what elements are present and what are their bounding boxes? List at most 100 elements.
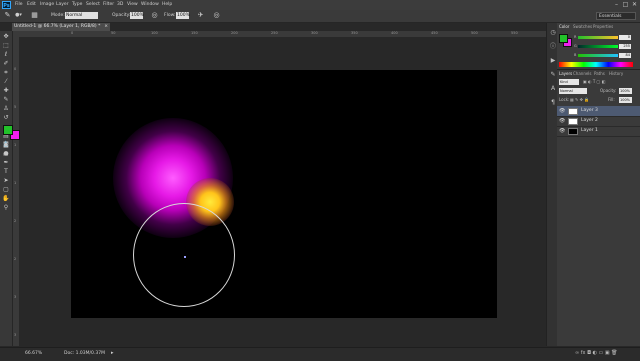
tab-layers[interactable]: Layers <box>559 71 572 77</box>
red-slider[interactable] <box>578 36 618 39</box>
green-value[interactable]: 255 <box>619 44 631 49</box>
menu-bar: Ps File Edit Image Layer Type Select Fil… <box>0 0 640 10</box>
ruler-tick: 350 <box>351 31 358 35</box>
ruler-tick: 200 <box>231 31 238 35</box>
menu-select[interactable]: Select <box>86 0 100 10</box>
ruler-tick: 5 <box>14 105 17 109</box>
ruler-tick: 250 <box>271 31 278 35</box>
blend-mode-select[interactable]: Normal <box>559 88 587 94</box>
character-panel-icon[interactable]: A <box>549 85 557 93</box>
layer-filter-kind-select[interactable]: Kind <box>559 79 579 85</box>
tab-properties[interactable]: Properties <box>593 24 613 30</box>
visibility-eye-icon[interactable]: 👁 <box>559 128 565 134</box>
actions-panel-icon[interactable]: ▶ <box>549 57 557 65</box>
marquee-tool-icon[interactable]: ⬚ <box>2 42 10 50</box>
spot-heal-tool-icon[interactable]: ✚ <box>2 87 10 95</box>
brush-panel-icon[interactable]: ▦ <box>30 11 39 20</box>
brush-cursor-center <box>184 256 186 258</box>
type-tool-icon[interactable]: T <box>2 168 10 176</box>
workspace-select[interactable]: Essentials <box>596 12 636 20</box>
ruler-tick: 500 <box>471 31 478 35</box>
clone-stamp-tool-icon[interactable]: ♙ <box>2 105 10 113</box>
layer-thumbnail <box>568 117 578 125</box>
document-tab[interactable]: Untitled-1 @ 66.7% (Layer 1, RGB/8) * × <box>12 23 110 31</box>
minimize-icon[interactable]: – <box>612 0 621 10</box>
layer-name: Layer 3 <box>581 108 598 113</box>
tab-color[interactable]: Color <box>559 24 569 30</box>
red-value[interactable]: 0 <box>619 35 631 40</box>
pressure-size-icon[interactable]: ◎ <box>212 11 221 20</box>
layer-opacity-input[interactable]: 100% <box>619 88 632 94</box>
blue-value[interactable]: 84 <box>619 53 631 58</box>
move-tool-icon[interactable]: ✥ <box>2 33 10 41</box>
paragraph-panel-icon[interactable]: ¶ <box>549 99 557 107</box>
lasso-tool-icon[interactable]: ℓ <box>2 51 10 59</box>
tab-swatches[interactable]: Swatches <box>573 24 592 30</box>
lock-icons[interactable]: ▦ ✎ ✥ 🔒 <box>570 97 589 102</box>
info-panel-icon[interactable]: ⓘ <box>549 43 557 51</box>
eyedropper-tool-icon[interactable]: ⁄ <box>2 78 10 86</box>
menu-help[interactable]: Help <box>162 0 172 10</box>
zoom-tool-icon[interactable]: ⚲ <box>2 204 10 212</box>
ruler-tick: 550 <box>511 31 518 35</box>
foreground-color-swatch[interactable] <box>3 125 13 135</box>
menu-filter[interactable]: Filter <box>103 0 114 10</box>
shape-tool-icon[interactable]: ▢ <box>2 186 10 194</box>
menu-3d[interactable]: 3D <box>117 0 123 10</box>
color-spectrum-bar[interactable] <box>559 62 633 67</box>
panel-foreground-swatch[interactable] <box>559 34 568 43</box>
hand-tool-icon[interactable]: ✋ <box>2 195 10 203</box>
menu-file[interactable]: File <box>15 0 23 10</box>
ruler-tick: 0 <box>71 31 74 35</box>
path-select-tool-icon[interactable]: ➤ <box>2 177 10 185</box>
pressure-opacity-icon[interactable]: ◎ <box>150 11 159 20</box>
layer-actions-icons[interactable]: ∞ fx ◘ ◐ ▭ ▣ 🗑 <box>575 350 618 356</box>
brush-tool-icon[interactable]: ✎ <box>3 11 12 20</box>
opacity-input[interactable]: 100% <box>130 12 144 19</box>
ruler-tick: 150 <box>191 31 198 35</box>
brush-presets-icon[interactable]: ✎ <box>549 71 557 79</box>
screen-mode-icon[interactable]: ▭ <box>3 151 9 158</box>
visibility-eye-icon[interactable]: 👁 <box>559 118 565 124</box>
green-label: G <box>574 44 577 48</box>
tab-paths[interactable]: Paths <box>594 71 605 77</box>
menu-layer[interactable]: Layer <box>56 0 69 10</box>
opacity-label: Opacity: <box>112 13 131 18</box>
lock-label: Lock: <box>559 97 570 102</box>
ruler-tick: 1 <box>14 181 17 185</box>
quick-select-tool-icon[interactable]: ✐ <box>2 60 10 68</box>
maximize-icon[interactable]: □ <box>621 0 630 10</box>
fill-label: Fill: <box>608 97 615 102</box>
brush-tool-icon[interactable]: ✎ <box>2 96 10 104</box>
layer-fill-input[interactable]: 100% <box>619 97 632 103</box>
visibility-eye-icon[interactable]: 👁 <box>559 108 565 114</box>
tab-channels[interactable]: Channels <box>573 71 592 77</box>
blue-slider[interactable] <box>578 54 618 57</box>
mode-select[interactable]: Normal <box>65 12 98 19</box>
close-tab-icon[interactable]: × <box>104 23 108 31</box>
quick-mask-icon[interactable]: ◙ <box>3 141 9 148</box>
brush-preset-picker[interactable]: ●▾ <box>14 11 23 20</box>
ruler-tick: 1 <box>14 143 17 147</box>
close-window-icon[interactable]: ✕ <box>630 0 639 10</box>
menu-window[interactable]: Window <box>141 0 159 10</box>
airbrush-icon[interactable]: ✈ <box>196 11 205 20</box>
menu-type[interactable]: Type <box>72 0 82 10</box>
status-menu-arrow-icon[interactable]: ▸ <box>111 350 114 356</box>
crop-tool-icon[interactable]: ⌗ <box>2 69 10 77</box>
zoom-level[interactable]: 66.67% <box>25 351 42 356</box>
ruler-tick: 0 <box>14 67 17 71</box>
layer-filter-icons[interactable]: ▣ ◐ T ▢ ◧ <box>583 79 605 84</box>
status-bar: 66.67% Doc: 1.03M/0.37M ▸ <box>0 347 640 361</box>
menu-edit[interactable]: Edit <box>27 0 36 10</box>
history-panel-icon[interactable]: ◷ <box>549 29 557 37</box>
document-canvas[interactable] <box>71 70 497 318</box>
menu-image[interactable]: Image <box>40 0 54 10</box>
history-brush-tool-icon[interactable]: ↺ <box>2 114 10 122</box>
green-slider[interactable] <box>578 45 618 48</box>
layer-row[interactable]: 👁 Layer 1 <box>557 126 640 137</box>
flow-input[interactable]: 100% <box>176 12 190 19</box>
menu-view[interactable]: View <box>127 0 138 10</box>
pen-tool-icon[interactable]: ✒ <box>2 159 10 167</box>
tab-history[interactable]: History <box>609 71 623 77</box>
